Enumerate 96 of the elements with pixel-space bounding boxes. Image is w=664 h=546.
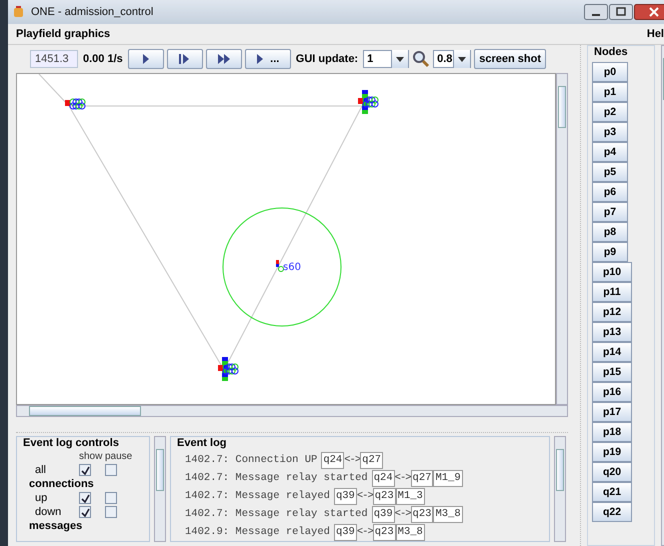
panel-title: Event log: [175, 437, 229, 449]
node-link[interactable]: q23: [372, 488, 396, 504]
node-button[interactable]: p19: [592, 442, 632, 462]
node-cluster-drawing: [358, 90, 378, 114]
gui-update-dropdown[interactable]: 1: [363, 50, 410, 68]
node-link[interactable]: q39: [334, 524, 357, 540]
time-field: 1451.3: [30, 50, 78, 68]
node-button[interactable]: p12: [592, 302, 632, 322]
link-arrow: <->: [344, 454, 360, 466]
node-link[interactable]: q23: [372, 524, 396, 540]
pause-checkbox[interactable]: [105, 492, 117, 504]
fast-forward-icon: [218, 53, 230, 65]
pause-checkbox[interactable]: [105, 506, 117, 518]
caret-icon: [453, 50, 470, 68]
link-arrow: <->: [394, 508, 411, 520]
panel-title: Event log controls: [21, 437, 121, 449]
node-button[interactable]: q20: [592, 462, 632, 482]
node-button[interactable]: p18: [592, 422, 632, 442]
log-text: 1402.7: Message relayed: [185, 490, 330, 502]
menu-item[interactable]: Playfield graphics: [16, 28, 110, 40]
node-label: s60: [283, 262, 301, 273]
node-button[interactable]: p1: [592, 82, 628, 102]
playback-button[interactable]: ...: [244, 49, 291, 69]
node-button[interactable]: p2: [592, 102, 628, 122]
caret-icon: [391, 50, 408, 68]
node-link[interactable]: q23: [410, 506, 434, 522]
vertical-scrollbar[interactable]: [556, 73, 568, 405]
gui-update-label: GUI update:: [296, 53, 358, 65]
node-button[interactable]: p16: [592, 382, 632, 402]
play-icon: [142, 53, 150, 65]
node-button[interactable]: p0: [592, 62, 628, 82]
node-link[interactable]: q27: [410, 470, 434, 486]
log-text: 1402.7: Connection UP: [185, 454, 318, 466]
node-link[interactable]: q24: [321, 452, 344, 468]
show-checkbox[interactable]: [79, 464, 91, 476]
node-cluster-drawing: [65, 98, 86, 110]
log-text: 1402.9: Message relayed: [185, 526, 330, 538]
node-button[interactable]: p3: [592, 122, 628, 142]
column-header: show: [79, 451, 104, 462]
node-button[interactable]: p9: [592, 242, 628, 262]
horizontal-scrollbar[interactable]: [16, 405, 568, 417]
node-button[interactable]: p15: [592, 362, 632, 382]
window-title: ONE - admission_control: [31, 6, 154, 18]
group-heading: messages: [29, 520, 84, 532]
option-label: up: [34, 492, 48, 504]
message-link[interactable]: M1_3: [396, 488, 425, 504]
minimize-icon[interactable]: [584, 4, 608, 20]
node-button[interactable]: p13: [592, 322, 632, 342]
node-button[interactable]: p4: [592, 142, 628, 162]
vertical-scrollbar[interactable]: [554, 436, 566, 542]
panel-title: Nodes: [592, 46, 630, 58]
link-arrow: <->: [356, 490, 373, 502]
show-checkbox[interactable]: [79, 492, 91, 504]
log-text: 1402.7: Message relay started: [185, 508, 368, 520]
node-button[interactable]: p10: [592, 262, 632, 282]
screenshot-button[interactable]: screen shot: [474, 49, 546, 69]
zoom-icon: [412, 50, 430, 68]
maximize-icon[interactable]: [609, 4, 633, 20]
node-link[interactable]: q39: [372, 506, 395, 522]
node-button[interactable]: p17: [592, 402, 632, 422]
pause-checkbox[interactable]: [105, 464, 117, 476]
node-link[interactable]: q27: [360, 452, 384, 468]
node-button[interactable]: p6: [592, 182, 628, 202]
node-button[interactable]: p14: [592, 342, 632, 362]
zoom-dropdown[interactable]: 0.8: [433, 50, 472, 68]
node-button[interactable]: q22: [592, 502, 632, 522]
speed-label: 0.00 1/s: [83, 53, 123, 65]
playback-button[interactable]: [166, 49, 203, 69]
option-label: all: [34, 464, 48, 476]
message-link[interactable]: M3_8: [433, 506, 463, 522]
log-text: 1402.7: Message relay started: [185, 472, 368, 484]
node-button[interactable]: p5: [592, 162, 628, 182]
node-cluster-drawing: [218, 357, 238, 381]
group-heading: connections: [29, 478, 95, 490]
link-arrow: <->: [356, 526, 373, 538]
menu-item[interactable]: Hel: [646, 28, 664, 40]
node-button[interactable]: q21: [592, 482, 632, 502]
link-arrow: <->: [394, 472, 411, 484]
node-marker-drawing: [276, 260, 284, 272]
node-link[interactable]: q39: [334, 488, 357, 504]
node-link[interactable]: q24: [372, 470, 395, 486]
option-label: down: [34, 506, 62, 518]
close-icon[interactable]: [634, 4, 664, 20]
node-button[interactable]: p8: [592, 222, 628, 242]
message-link[interactable]: M3_8: [396, 524, 425, 540]
node-button[interactable]: p7: [592, 202, 628, 222]
show-checkbox[interactable]: [79, 506, 91, 518]
playback-button[interactable]: [128, 49, 164, 69]
node-button[interactable]: p11: [592, 282, 632, 302]
step-icon: [179, 53, 190, 65]
vertical-scrollbar[interactable]: [154, 436, 166, 542]
play-icon: [256, 53, 264, 65]
cup-icon: [12, 5, 26, 19]
playback-button[interactable]: [206, 49, 242, 69]
column-header: pause: [105, 451, 131, 462]
message-link[interactable]: M1_9: [433, 470, 463, 486]
